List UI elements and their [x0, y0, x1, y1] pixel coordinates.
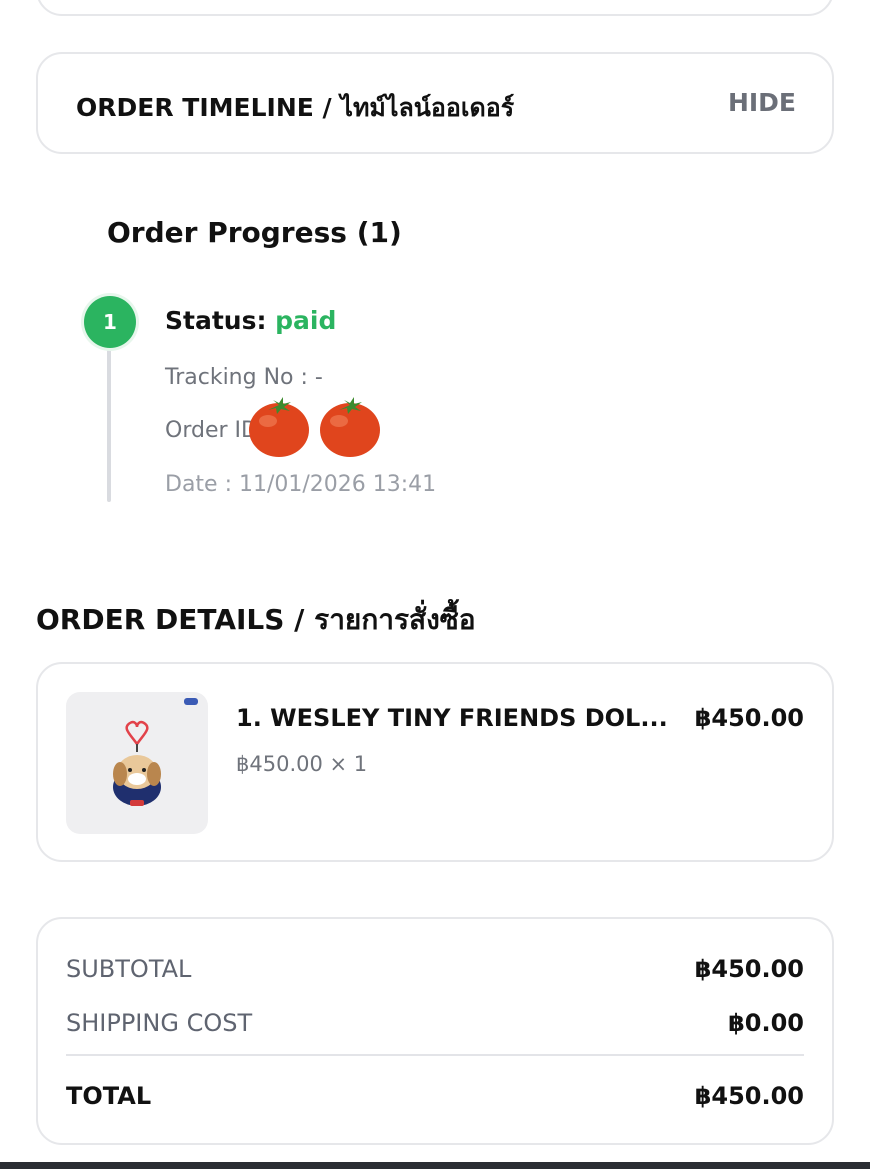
product-thumbnail[interactable] [66, 692, 208, 834]
subtotal-row: SUBTOTAL ฿450.00 [66, 955, 804, 983]
timeline-connector-line [107, 340, 111, 502]
order-date: Date : 11/01/2026 13:41 [165, 472, 437, 497]
step-number-badge: 1 [84, 296, 136, 348]
order-timeline-title: ORDER TIMELINE / ไทม์ไลน์ออเดอร์ [76, 93, 515, 122]
order-page: ORDER TIMELINE / ไทม์ไลน์ออเดอร์ HIDE Or… [0, 0, 870, 1169]
item-unit-price-quantity: ฿450.00 × 1 [236, 752, 368, 776]
total-value: ฿450.00 [694, 1082, 804, 1110]
order-timeline-header[interactable]: ORDER TIMELINE / ไทม์ไลน์ออเดอร์ HIDE [36, 52, 834, 154]
hide-timeline-button[interactable]: HIDE [728, 88, 796, 117]
subtotal-value: ฿450.00 [694, 955, 804, 983]
status-label: Status: [165, 306, 276, 335]
plush-doll-keychain-image [113, 698, 198, 806]
order-progress-title: Order Progress (1) [107, 216, 402, 249]
item-name[interactable]: 1. WESLEY TINY FRIENDS DOL... [236, 704, 668, 732]
order-summary-card: SUBTOTAL ฿450.00 SHIPPING COST ฿0.00 TOT… [36, 917, 834, 1145]
shipping-label: SHIPPING COST [66, 1009, 253, 1037]
shipping-value: ฿0.00 [728, 1009, 804, 1037]
bottom-bar [0, 1162, 870, 1169]
item-price: ฿450.00 [694, 704, 804, 732]
order-details-title: ORDER DETAILS / รายการสั่งซื้อ [36, 603, 476, 636]
order-item-card[interactable]: 1. WESLEY TINY FRIENDS DOL... ฿450.00 ฿4… [36, 662, 834, 862]
total-row: TOTAL ฿450.00 [66, 1082, 804, 1110]
summary-divider [66, 1054, 804, 1056]
subtotal-label: SUBTOTAL [66, 955, 192, 983]
tomato-sticker-icon [320, 397, 380, 457]
tomato-sticker-icon [249, 397, 309, 457]
shipping-row: SHIPPING COST ฿0.00 [66, 1009, 804, 1037]
status-value: paid [275, 306, 337, 335]
previous-card [36, 0, 834, 16]
tracking-number: Tracking No : - [165, 365, 323, 390]
status-line: Status: paid [165, 306, 336, 335]
total-label: TOTAL [66, 1082, 152, 1110]
